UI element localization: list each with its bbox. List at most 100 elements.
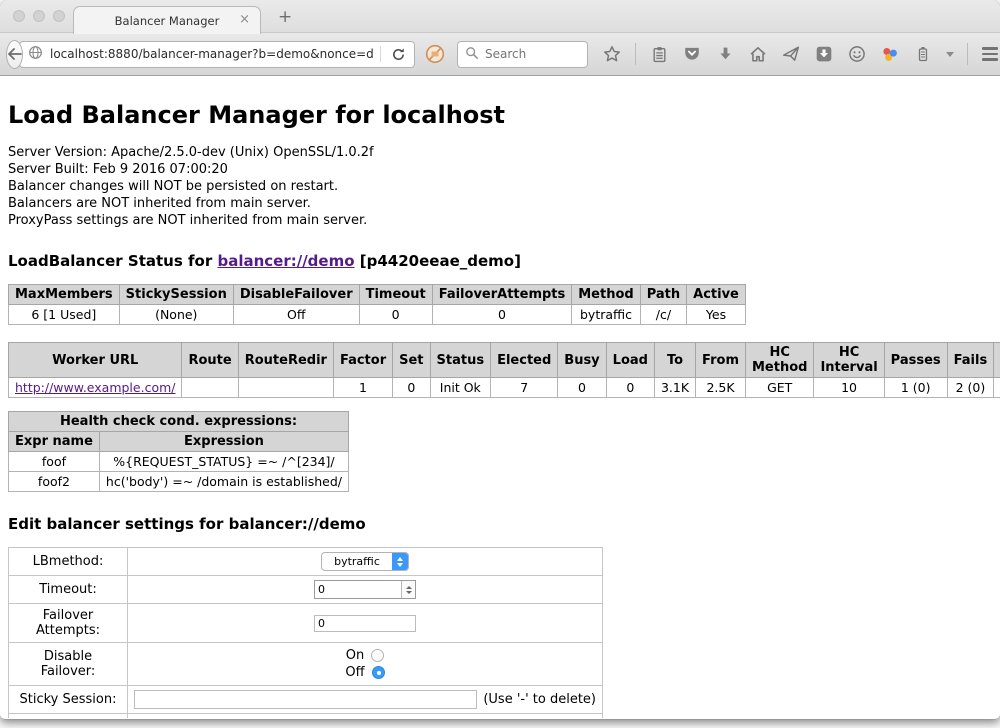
lbmethod-label: LBmethod: [9, 548, 128, 576]
server-version: Server Version: Apache/2.5.0-dev (Unix) … [8, 144, 992, 161]
timeout-input[interactable] [315, 581, 401, 598]
container-battery-icon[interactable] [913, 44, 933, 64]
col-header: Method [572, 285, 640, 305]
cell: 0 [432, 305, 572, 325]
sticky-label: Sticky Session: [9, 686, 128, 714]
timeout-field[interactable] [314, 580, 416, 599]
lbmethod-selected-value: bytraffic [322, 553, 392, 570]
col-header: Expr name [9, 432, 100, 452]
edit-settings-heading: Edit balancer settings for balancer://de… [8, 515, 992, 533]
col-header: Status [430, 343, 491, 378]
table-row: http://www.example.com/ 1 0 Init Ok 7 0 … [9, 378, 1000, 398]
disable-failover-label: Disable Failover: [9, 643, 128, 686]
tab-balancer-manager[interactable]: Balancer Manager × [73, 6, 261, 34]
col-header: Busy [558, 343, 606, 378]
sticky-note: (Use '-' to delete) [483, 692, 596, 707]
window-minimize-button[interactable] [33, 10, 45, 22]
back-button[interactable] [6, 40, 23, 69]
cell: 10 [814, 378, 884, 398]
col-header: Load [606, 343, 654, 378]
cell: 0 [558, 378, 606, 398]
status-heading: LoadBalancer Status for balancer://demo … [8, 252, 992, 270]
col-header: HC Interval [814, 343, 884, 378]
downloads-icon[interactable] [715, 44, 735, 64]
table-header-row: MaxMembers StickySession DisableFailover… [9, 285, 746, 305]
search-input[interactable] [485, 47, 580, 61]
col-header: From [696, 343, 746, 378]
cell: 2 (0) [947, 378, 994, 398]
table-header-row: Worker URL Route RouteRedir Factor Set S… [9, 343, 1000, 378]
worker-url-link[interactable]: http://www.example.com/ [15, 380, 175, 395]
home-icon[interactable] [748, 44, 768, 64]
col-header: Worker URL [9, 343, 182, 378]
col-header: MaxMembers [9, 285, 120, 305]
balancer-link[interactable]: balancer://demo [217, 252, 354, 270]
worker-table: Worker URL Route RouteRedir Factor Set S… [8, 342, 1000, 398]
table-row: 6 [1 Used] (None) Off 0 0 bytraffic /c/ … [9, 305, 746, 325]
failover-on-radio[interactable] [371, 649, 384, 662]
cell: /c/ [640, 305, 686, 325]
feedback-smiley-icon[interactable] [847, 44, 867, 64]
url-bar[interactable]: localhost:8880/balancer-manager?b=demo&n… [19, 41, 415, 68]
failover-attempts-input[interactable] [314, 615, 416, 632]
bookmark-star-icon[interactable] [602, 44, 622, 64]
reading-list-icon[interactable] [649, 44, 669, 64]
sticky-session-input[interactable] [134, 690, 477, 709]
form-row-failover: Failover Attempts: [9, 604, 603, 643]
col-header: HC Method [745, 343, 813, 378]
page-title: Load Balancer Manager for localhost [8, 76, 992, 129]
cell: 3.1K [654, 378, 695, 398]
status-heading-suffix: [p4420eeae_demo] [355, 252, 521, 270]
cell: hc('body') =~ /domain is established/ [99, 472, 348, 492]
save-panel-icon[interactable] [814, 44, 834, 64]
toolbar-right-group [967, 43, 1000, 65]
browser-window: Balancer Manager × + localhost:8880/bala… [0, 0, 1000, 719]
number-stepper-icon[interactable] [401, 581, 415, 598]
cell: GET [745, 378, 813, 398]
cell: foof [9, 452, 100, 472]
window-zoom-button[interactable] [53, 10, 65, 22]
cell: 2.5K [696, 378, 746, 398]
tab-close-icon[interactable]: × [239, 12, 250, 27]
timeout-label: Timeout: [9, 576, 128, 604]
urlbar-separator [380, 46, 381, 62]
cell: 6 [1 Used] [9, 305, 120, 325]
pocket-icon[interactable] [682, 44, 702, 64]
cell [994, 378, 1000, 398]
table-row: foof %{REQUEST_STATUS} =~ /^[234]/ [9, 452, 349, 472]
new-tab-button[interactable]: + [278, 7, 292, 27]
url-text[interactable]: localhost:8880/balancer-manager?b=demo&n… [50, 47, 373, 61]
col-header: Fails [947, 343, 994, 378]
col-header: Expression [99, 432, 348, 452]
failover-off-radio[interactable] [372, 666, 385, 679]
window-close-button[interactable] [13, 10, 25, 22]
health-check-table: Health check cond. expressions: Expr nam… [8, 411, 349, 492]
block-badge-icon[interactable] [425, 44, 445, 64]
table-header-row: Expr name Expression [9, 432, 349, 452]
tab-bar: Balancer Manager × + [0, 0, 1000, 33]
search-bar[interactable] [457, 41, 588, 68]
send-tab-icon[interactable] [781, 44, 801, 64]
col-header: HC uri [994, 343, 1000, 378]
off-label: Off [345, 665, 364, 680]
cell: (None) [119, 305, 233, 325]
cell: Off [233, 305, 359, 325]
health-table-title: Health check cond. expressions: [9, 412, 349, 432]
col-header: Active [687, 285, 746, 305]
toolbar-separator [967, 43, 968, 65]
lbmethod-select[interactable]: bytraffic [321, 552, 409, 571]
dropdown-caret-icon[interactable] [946, 52, 954, 57]
reload-icon[interactable] [388, 44, 408, 64]
form-row-disable-failover: Disable Failover: On Off [9, 643, 603, 686]
tab-title: Balancer Manager [115, 14, 220, 28]
menu-icon[interactable] [982, 47, 998, 61]
server-built: Server Built: Feb 9 2016 07:00:20 [8, 161, 992, 178]
cell: foof2 [9, 472, 100, 492]
back-arrow-icon [7, 45, 22, 64]
table-row: foof2 hc('body') =~ /domain is establish… [9, 472, 349, 492]
colors-icon[interactable] [880, 44, 900, 64]
form-row-timeout: Timeout: [9, 576, 603, 604]
window-controls [13, 10, 65, 22]
cell: Init Ok [430, 378, 491, 398]
notice-proxypass: ProxyPass settings are NOT inherited fro… [8, 212, 992, 229]
